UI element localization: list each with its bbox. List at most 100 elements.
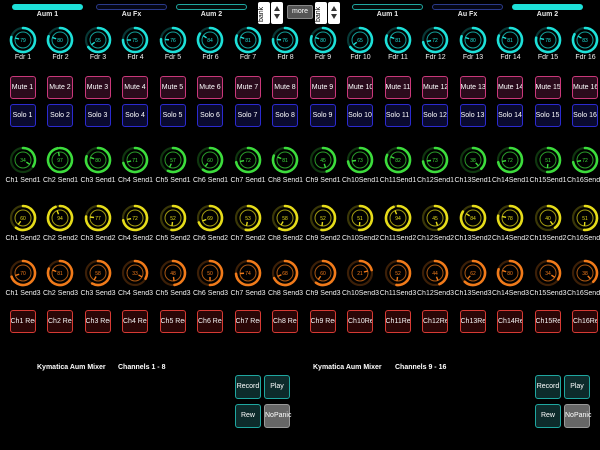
send3-knob-4[interactable]: 33 Ch4 Send3 <box>117 259 154 300</box>
fader-knob-15[interactable]: 78 Fdr 15 <box>529 26 566 64</box>
send3-knob-9[interactable]: 60 Ch9 Send3 <box>304 259 341 300</box>
send3-knob-7[interactable]: 74 Ch7 Send3 <box>229 259 266 300</box>
rec-button-6[interactable]: Ch6 Rec <box>197 310 223 333</box>
send1-knob-6[interactable]: 60 Ch6 Send1 <box>192 146 229 187</box>
record-button-left[interactable]: Record <box>235 375 261 399</box>
send3-knob-13[interactable]: 62 Ch13Send3 <box>454 259 491 300</box>
solo-button-5[interactable]: Solo 5 <box>159 104 186 127</box>
fader-knob-10[interactable]: 65 Fdr 10 <box>342 26 379 64</box>
rec-button-3[interactable]: Ch3 Rec <box>84 310 111 333</box>
fader-knob-6[interactable]: 84 Fdr 6 <box>192 26 229 64</box>
rec-button-8[interactable]: Ch8 Rec <box>272 310 298 333</box>
solo-button-9[interactable]: Solo 9 <box>309 104 336 127</box>
send1-knob-10[interactable]: 73 Ch10Send1 <box>342 146 379 187</box>
send3-knob-5[interactable]: 48 Ch5 Send3 <box>154 259 191 300</box>
send1-knob-12[interactable]: 73 Ch12Send1 <box>417 146 454 187</box>
mute-button-7[interactable]: Mute 7 <box>234 76 261 99</box>
rec-button-12[interactable]: Ch12Rec <box>422 310 448 333</box>
send2-knob-8[interactable]: 58 Ch8 Send2 <box>267 204 304 245</box>
fader-knob-9[interactable]: 80 Fdr 9 <box>304 26 341 64</box>
rec-button-5[interactable]: Ch5 Rec <box>159 310 186 333</box>
send3-knob-14[interactable]: 80 Ch14Send3 <box>492 259 529 300</box>
send3-knob-11[interactable]: 52 Ch11Send3 <box>379 259 416 300</box>
mute-button-6[interactable]: Mute 6 <box>197 76 223 99</box>
send2-knob-3[interactable]: 77 Ch3 Send2 <box>79 204 116 245</box>
solo-button-8[interactable]: Solo 8 <box>272 104 298 127</box>
fader-knob-13[interactable]: 80 Fdr 13 <box>454 26 491 64</box>
rec-button-2[interactable]: Ch2 Rec <box>47 310 73 333</box>
mute-button-2[interactable]: Mute 2 <box>47 76 73 99</box>
solo-button-13[interactable]: Solo 13 <box>459 104 486 127</box>
send3-knob-12[interactable]: 44 Ch12Send3 <box>417 259 454 300</box>
mute-button-4[interactable]: Mute 4 <box>122 76 148 99</box>
solo-button-6[interactable]: Solo 6 <box>197 104 223 127</box>
rec-button-9[interactable]: Ch9 Rec <box>309 310 336 333</box>
fader-knob-14[interactable]: 81 Fdr 14 <box>492 26 529 64</box>
send2-knob-4[interactable]: 72 Ch4 Send2 <box>117 204 154 245</box>
send2-knob-9[interactable]: 52 Ch9 Send2 <box>304 204 341 245</box>
send2-knob-14[interactable]: 78 Ch14Send2 <box>492 204 529 245</box>
send3-knob-3[interactable]: 58 Ch3 Send3 <box>79 259 116 300</box>
send1-knob-14[interactable]: 72 Ch14Send1 <box>492 146 529 187</box>
tab-aufx-left[interactable]: Au Fx <box>94 2 169 22</box>
mute-button-3[interactable]: Mute 3 <box>84 76 111 99</box>
rec-button-1[interactable]: Ch1 Rec <box>9 310 36 333</box>
mute-button-1[interactable]: Mute 1 <box>9 76 36 99</box>
fader-knob-2[interactable]: 80 Fdr 2 <box>42 26 79 64</box>
solo-button-10[interactable]: Solo 10 <box>347 104 373 127</box>
rec-button-7[interactable]: Ch7 Rec <box>234 310 261 333</box>
rew-button-left[interactable]: Rew <box>235 404 261 428</box>
rec-button-16[interactable]: Ch16Rec <box>572 310 598 333</box>
tab-aum2-right[interactable]: Aum 2 <box>510 2 585 22</box>
rec-button-11[interactable]: Ch11Rec <box>384 310 411 333</box>
mute-button-9[interactable]: Mute 9 <box>309 76 336 99</box>
mute-button-5[interactable]: Mute 5 <box>159 76 186 99</box>
send1-knob-13[interactable]: 38 Ch13Send1 <box>454 146 491 187</box>
send3-knob-6[interactable]: 50 Ch6 Send3 <box>192 259 229 300</box>
send2-knob-7[interactable]: 53 Ch7 Send2 <box>229 204 266 245</box>
send1-knob-16[interactable]: 72 Ch16Send1 <box>567 146 600 187</box>
send3-knob-10[interactable]: 21 Ch10Send3 <box>342 259 379 300</box>
bank-button-left[interactable]: bank <box>258 2 270 24</box>
mute-button-16[interactable]: Mute 16 <box>572 76 598 99</box>
record-button-right[interactable]: Record <box>535 375 561 399</box>
send2-knob-2[interactable]: 94 Ch2 Send2 <box>42 204 79 245</box>
solo-button-4[interactable]: Solo 4 <box>122 104 148 127</box>
play-button-right[interactable]: Play <box>564 375 590 399</box>
nopanic-button-right[interactable]: NoPanic <box>564 404 591 428</box>
mute-button-13[interactable]: Mute 13 <box>459 76 486 99</box>
rec-button-14[interactable]: Ch14Rec <box>497 310 523 333</box>
solo-button-11[interactable]: Solo 11 <box>384 104 411 127</box>
send2-knob-16[interactable]: 51 Ch16Send2 <box>567 204 600 245</box>
bank-updown-right[interactable] <box>328 2 340 24</box>
fader-knob-8[interactable]: 76 Fdr 8 <box>267 26 304 64</box>
solo-button-14[interactable]: Solo 14 <box>497 104 523 127</box>
bank-updown-left[interactable] <box>271 2 283 24</box>
rec-button-13[interactable]: Ch13Rec <box>459 310 486 333</box>
bank-button-right[interactable]: bank <box>315 2 327 24</box>
solo-button-12[interactable]: Solo 12 <box>422 104 448 127</box>
send2-knob-10[interactable]: 51 Ch10Send2 <box>342 204 379 245</box>
fader-knob-12[interactable]: 72 Fdr 12 <box>417 26 454 64</box>
send1-knob-7[interactable]: 72 Ch7 Send1 <box>229 146 266 187</box>
send3-knob-2[interactable]: 81 Ch2 Send3 <box>42 259 79 300</box>
send3-knob-16[interactable]: 38 Ch16Send3 <box>567 259 600 300</box>
tab-aum2-left[interactable]: Aum 2 <box>174 2 249 22</box>
fader-knob-3[interactable]: 65 Fdr 3 <box>79 26 116 64</box>
send1-knob-11[interactable]: 82 Ch11Send1 <box>379 146 416 187</box>
send3-knob-1[interactable]: 70 Ch1 Send3 <box>4 259 41 300</box>
tab-aufx-right[interactable]: Au Fx <box>430 2 505 22</box>
solo-button-7[interactable]: Solo 7 <box>234 104 261 127</box>
send1-knob-5[interactable]: 57 Ch5 Send1 <box>154 146 191 187</box>
fader-knob-16[interactable]: 83 Fdr 16 <box>567 26 600 64</box>
solo-button-16[interactable]: Solo 16 <box>572 104 598 127</box>
mute-button-11[interactable]: Mute 11 <box>384 76 411 99</box>
mute-button-15[interactable]: Mute 15 <box>534 76 561 99</box>
tab-aum1-left[interactable]: Aum 1 <box>10 2 85 22</box>
send2-knob-12[interactable]: 45 Ch12Send2 <box>417 204 454 245</box>
play-button-left[interactable]: Play <box>264 375 290 399</box>
rew-button-right[interactable]: Rew <box>535 404 561 428</box>
send2-knob-5[interactable]: 52 Ch5 Send2 <box>154 204 191 245</box>
send1-knob-15[interactable]: 51 Ch15Send1 <box>529 146 566 187</box>
solo-button-2[interactable]: Solo 2 <box>47 104 73 127</box>
